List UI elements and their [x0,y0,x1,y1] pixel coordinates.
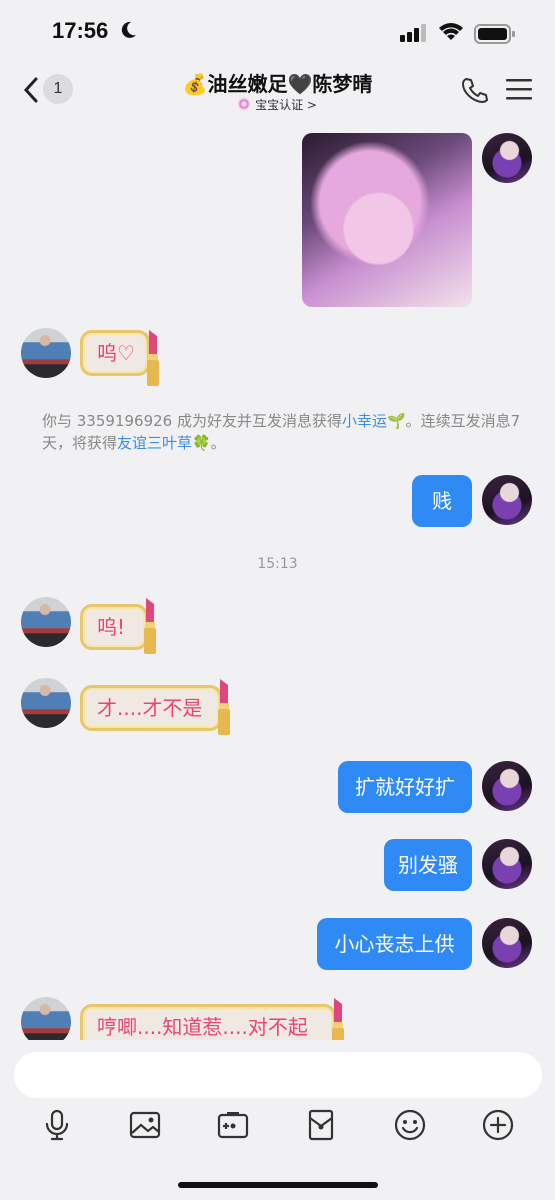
home-indicator[interactable] [178,1182,378,1188]
my-avatar[interactable] [482,133,532,183]
lipstick-icon [218,679,230,735]
my-avatar[interactable] [482,475,532,525]
microphone-icon[interactable] [40,1108,74,1142]
chat-header: 1 💰油丝嫩足🖤陈梦晴 宝宝认证 > [0,62,555,120]
status-bar: 17:56 [0,0,555,62]
message-bubble-sent[interactable]: 别发骚 [384,839,472,891]
message-bubble-received[interactable]: 才....才不是 [80,685,222,731]
notice-text-3: 。 [210,434,226,452]
notice-text: 你与 3359196926 成为好友并互发消息获得 [42,412,342,430]
emoji-icon[interactable] [393,1108,427,1142]
contact-avatar[interactable] [21,597,71,647]
lollipop-icon [238,98,251,110]
battery-icon [474,24,515,44]
message-bubble-received[interactable]: 呜♡ [80,330,150,376]
my-avatar[interactable] [482,839,532,889]
lipstick-icon [147,330,159,386]
camera-icon[interactable] [216,1108,250,1142]
status-time: 17:56 [52,18,109,43]
my-avatar[interactable] [482,761,532,811]
phone-icon[interactable] [460,76,488,104]
system-notice: 你与 3359196926 成为好友并互发消息获得小幸运🌱。连续互发消息7天，将… [42,410,522,454]
my-avatar[interactable] [482,918,532,968]
input-bar [0,1040,555,1200]
contact-avatar[interactable] [21,328,71,378]
message-list[interactable]: 呜♡ 你与 3359196926 成为好友并互发消息获得小幸运🌱。连续互发消息7… [0,120,555,1040]
plus-icon[interactable] [481,1108,515,1142]
red-packet-icon[interactable] [304,1108,338,1142]
timestamp: 15:13 [257,556,298,572]
message-bubble-received[interactable]: 呜! [80,604,148,650]
message-bubble-received[interactable]: 哼唧....知道惹....对不起 [80,1004,336,1040]
message-bubble-sent[interactable]: 贱 [412,475,472,527]
lipstick-icon [144,598,156,654]
contact-avatar[interactable] [21,678,71,728]
verification-label: 宝宝认证 > [255,98,317,112]
contact-avatar[interactable] [21,997,71,1040]
friendship-link[interactable]: 友谊三叶草🍀 [117,434,211,452]
menu-icon[interactable] [506,78,532,100]
message-input[interactable] [14,1052,542,1098]
wifi-icon [439,23,463,40]
lucky-link[interactable]: 小幸运🌱 [342,412,406,430]
message-bubble-sent[interactable]: 小心丧志上供 [317,918,472,970]
moon-icon [121,21,136,38]
signal-icon [400,24,426,42]
image-icon[interactable] [128,1108,162,1142]
lipstick-icon [332,998,344,1040]
message-bubble-sent[interactable]: 扩就好好扩 [338,761,472,813]
sent-photo[interactable] [302,133,472,307]
